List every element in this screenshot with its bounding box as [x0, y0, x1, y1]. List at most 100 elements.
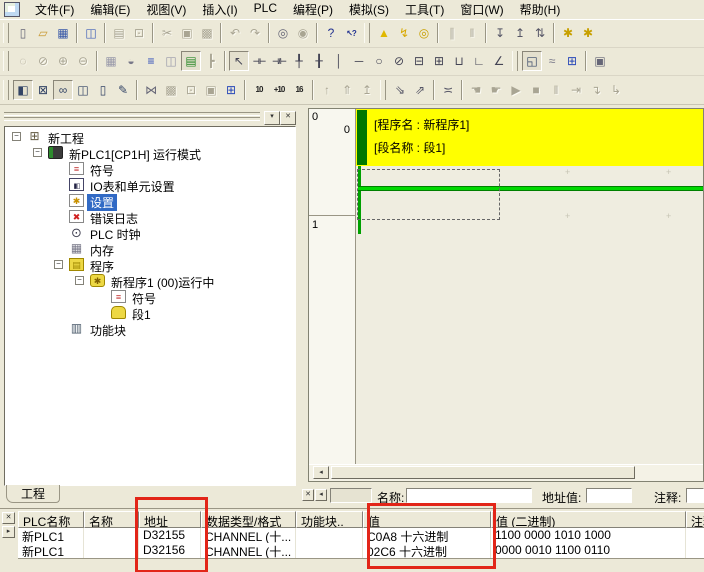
paste-button[interactable]: ▩ [197, 23, 217, 43]
tree-expander[interactable]: − [75, 276, 84, 285]
tree-item[interactable]: PLC 时钟 [5, 225, 295, 241]
io-comment-view-button[interactable]: ≈ [542, 51, 562, 71]
tree-item[interactable]: IO表和单元设置 [5, 177, 295, 193]
cut-button[interactable]: ✂ [157, 23, 177, 43]
column-header[interactable]: 功能块.. [296, 511, 363, 528]
properties-button[interactable]: ✎ [113, 80, 133, 100]
project-panel-header[interactable]: ▾ ✕ [4, 111, 294, 124]
monitor-halt-button[interactable]: ◫ [161, 51, 181, 71]
data-trace-button[interactable]: ⊡ [181, 80, 201, 100]
force-cancel-button[interactable]: ↥ [357, 80, 377, 100]
undo-button[interactable]: ↶ [225, 23, 245, 43]
hierarchy-button[interactable]: ┣ [201, 51, 221, 71]
toggle-reference-window-button[interactable]: ◫ [73, 80, 93, 100]
stop-button[interactable]: ■ [526, 80, 546, 100]
online-simulation-button[interactable]: ↯ [394, 23, 414, 43]
step-in-button[interactable]: ↴ [586, 80, 606, 100]
name-input[interactable] [406, 488, 532, 503]
watchbar-close-button[interactable]: ✕ [302, 489, 314, 501]
download-button[interactable]: ⇘ [390, 80, 410, 100]
new-closed-coil-button[interactable]: ⊘ [389, 51, 409, 71]
menu-item[interactable]: 帮助(H) [512, 0, 569, 19]
time-chart-button[interactable]: ▣ [201, 80, 221, 100]
address-value-input[interactable] [586, 488, 632, 503]
menu-item[interactable]: PLC [246, 0, 285, 19]
menu-item[interactable]: 文件(F) [27, 0, 82, 19]
scroll-left-button[interactable]: ◂ [313, 466, 329, 479]
menu-item[interactable]: 工具(T) [397, 0, 452, 19]
address-reference-tool-button[interactable]: ▯ [93, 80, 113, 100]
toggle-project-window-button[interactable]: ◧ [13, 80, 33, 100]
tree-item[interactable]: 功能块 [5, 321, 295, 337]
column-header[interactable]: 值 (二进制) [491, 511, 686, 528]
menu-item[interactable]: 窗口(W) [452, 0, 511, 19]
redo-button[interactable]: ↷ [245, 23, 265, 43]
table-row[interactable]: 新PLC1D32156CHANNEL (十...02C6 十六进制0000 00… [18, 543, 704, 558]
column-header[interactable]: 注释 [686, 511, 704, 528]
find-button[interactable]: ◎ [273, 23, 293, 43]
tree-item-label[interactable]: 功能块 [87, 322, 129, 339]
symbol-bar-button[interactable]: ≡ [141, 51, 161, 71]
menu-item[interactable]: 插入(I) [194, 0, 245, 19]
io-comment-window-button[interactable]: ▩ [161, 80, 181, 100]
tree-item[interactable]: 符号 [5, 161, 295, 177]
new-file-button[interactable]: ▯ [13, 23, 33, 43]
new-closed-contact-button[interactable]: ⊣/⊢ [269, 51, 289, 71]
compare-with-plc-button[interactable]: ⇅ [530, 23, 550, 43]
cross-reference-report-button[interactable]: ⊞ [562, 51, 582, 71]
cross-reference-popup-button[interactable]: ⋈ [141, 80, 161, 100]
tree-item[interactable]: −新PLC1[CP1H] 运行模式 [5, 145, 295, 161]
comment-display-button[interactable]: ◒ [121, 51, 141, 71]
zoom-custom-button[interactable]: ⊘ [33, 51, 53, 71]
resume-hand-button[interactable]: ☛ [486, 80, 506, 100]
differential-monitor-button[interactable]: ∥ [442, 23, 462, 43]
grid-toggle-button[interactable]: ▦ [101, 51, 121, 71]
run-button[interactable]: ▶ [506, 80, 526, 100]
menu-item[interactable]: 编程(P) [285, 0, 341, 19]
horizontal-line-button[interactable]: ─ [349, 51, 369, 71]
selection-tool-button[interactable]: ↖ [229, 51, 249, 71]
tree-item[interactable]: −程序 [5, 257, 295, 273]
pause-hand-button[interactable]: ☚ [466, 80, 486, 100]
watchbar-collapse-button[interactable]: ◂ [315, 489, 327, 501]
function-block-io-button[interactable]: ∟ [469, 51, 489, 71]
display-mode-button[interactable]: ◱ [522, 51, 542, 71]
help-button[interactable]: ? [321, 23, 341, 43]
zoom-in-button[interactable]: ⊕ [53, 51, 73, 71]
ladder-horizontal-scrollbar[interactable]: ◂ [309, 464, 703, 481]
save-button[interactable]: ▦ [53, 23, 73, 43]
monitor-signed-decimal-button[interactable]: +10 [269, 80, 289, 100]
context-help-button[interactable]: ↖? [341, 23, 361, 43]
new-or-contact-button[interactable]: ╀ [289, 51, 309, 71]
column-header[interactable]: PLC名称 [18, 511, 84, 528]
tree-expander[interactable]: − [12, 132, 21, 141]
tree-expander[interactable]: − [33, 148, 42, 157]
ladder-editor[interactable]: 0 0 1 [程序名 : 新程序1] [段名称 : 段1] + + + + ◂ [308, 108, 704, 482]
toggle-watch-window-button[interactable]: ∞ [53, 80, 73, 100]
new-contact-button[interactable]: ⊣⊢ [249, 51, 269, 71]
upload-button[interactable]: ⇗ [410, 80, 430, 100]
panel-close-button[interactable]: ✕ [280, 111, 296, 125]
transfer-to-plc-button[interactable]: ↧ [490, 23, 510, 43]
transfer-from-plc-button[interactable]: ↥ [510, 23, 530, 43]
project-tab[interactable]: 工程 [6, 485, 60, 503]
ladder-list-button[interactable]: ▤ [181, 51, 201, 71]
table-row[interactable]: 新PLC1D32155CHANNEL (十...C0A8 十六进制1100 00… [18, 528, 704, 543]
work-online-button[interactable]: ▲ [374, 23, 394, 43]
new-closed-instruction-button[interactable]: ⊞ [429, 51, 449, 71]
step-run-button[interactable]: ⇥ [566, 80, 586, 100]
new-coil-button[interactable]: ○ [369, 51, 389, 71]
column-header[interactable]: 数据类型/格式 [201, 511, 296, 528]
comment-input[interactable] [686, 488, 704, 503]
monitoring-button[interactable]: ◎ [414, 23, 434, 43]
tree-expander[interactable]: − [54, 260, 63, 269]
panel-dropdown-button[interactable]: ▾ [264, 111, 280, 125]
rung-0-gutter[interactable]: 0 0 [309, 109, 355, 216]
new-or-closed-contact-button[interactable]: ╂ [309, 51, 329, 71]
watch-horizontal-scrollbar[interactable] [18, 558, 704, 572]
tree-item[interactable]: −新程序1 (00)运行中 [5, 273, 295, 289]
print-preview-button[interactable]: ⊡ [129, 23, 149, 43]
compile-button[interactable]: ◫ [81, 23, 101, 43]
force-reset-button[interactable]: ⇑ [337, 80, 357, 100]
new-instruction-button[interactable]: ⊟ [409, 51, 429, 71]
